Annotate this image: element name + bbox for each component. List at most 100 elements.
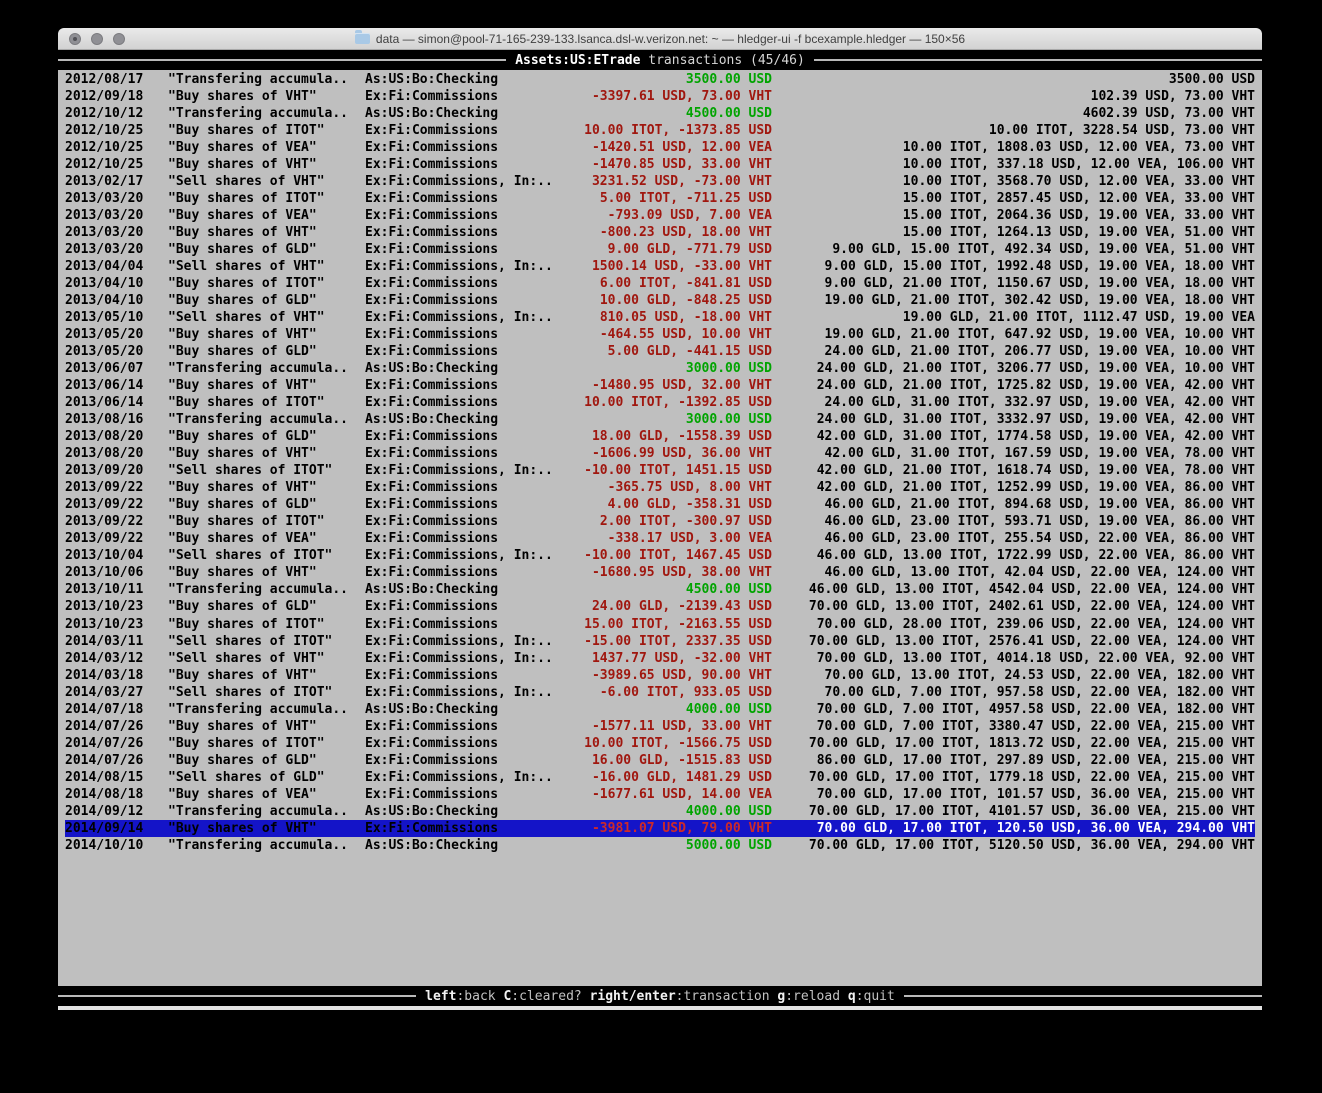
balance-cell: 24.00 GLD, 21.00 ITOT, 1725.82 USD, 19.0… xyxy=(817,377,1255,394)
change-cell: -3981.07 USD, 79.00 VHT xyxy=(592,820,772,837)
account-cell: Ex:Fi:Commissions xyxy=(365,718,498,735)
balance-cell: 70.00 GLD, 7.00 ITOT, 4957.58 USD, 22.00… xyxy=(817,701,1255,718)
transaction-row[interactable]: 2013/08/16"Transfering accumula..As:US:B… xyxy=(65,411,1255,428)
change-cell: 3500.00 USD xyxy=(686,71,772,88)
description-cell: "Buy shares of VHT" xyxy=(168,88,317,105)
balance-cell: 70.00 GLD, 17.00 ITOT, 4101.57 USD, 36.0… xyxy=(809,803,1255,820)
minimize-button[interactable] xyxy=(91,33,103,45)
balance-cell: 46.00 GLD, 23.00 ITOT, 255.54 USD, 22.00… xyxy=(825,530,1255,547)
transaction-row[interactable]: 2013/05/20"Buy shares of VHT"Ex:Fi:Commi… xyxy=(65,326,1255,343)
change-cell: -3989.65 USD, 90.00 VHT xyxy=(592,667,772,684)
description-cell: "Transfering accumula.. xyxy=(168,803,348,820)
zoom-button[interactable] xyxy=(113,33,125,45)
balance-cell: 70.00 GLD, 28.00 ITOT, 239.06 USD, 22.00… xyxy=(817,616,1255,633)
transaction-row[interactable]: 2013/04/10"Buy shares of GLD"Ex:Fi:Commi… xyxy=(65,292,1255,309)
date-cell: 2013/05/20 xyxy=(65,343,143,360)
transaction-row[interactable]: 2014/03/12"Sell shares of VHT"Ex:Fi:Comm… xyxy=(65,650,1255,667)
transaction-row[interactable]: 2014/07/26"Buy shares of GLD"Ex:Fi:Commi… xyxy=(65,752,1255,769)
transaction-row[interactable]: 2014/07/26"Buy shares of VHT"Ex:Fi:Commi… xyxy=(65,718,1255,735)
date-cell: 2013/10/23 xyxy=(65,616,143,633)
transaction-row[interactable]: 2013/05/20"Buy shares of GLD"Ex:Fi:Commi… xyxy=(65,343,1255,360)
transaction-row[interactable]: 2014/03/11"Sell shares of ITOT"Ex:Fi:Com… xyxy=(65,633,1255,650)
transaction-row[interactable]: 2012/10/25"Buy shares of VHT"Ex:Fi:Commi… xyxy=(65,156,1255,173)
transaction-row[interactable]: 2013/03/20"Buy shares of VHT"Ex:Fi:Commi… xyxy=(65,224,1255,241)
transaction-row[interactable]: 2013/03/20"Buy shares of ITOT"Ex:Fi:Comm… xyxy=(65,190,1255,207)
key-hint-description: :back xyxy=(456,989,503,1004)
description-cell: "Sell shares of ITOT" xyxy=(168,462,332,479)
transaction-row[interactable]: 2013/04/04"Sell shares of VHT"Ex:Fi:Comm… xyxy=(65,258,1255,275)
transaction-row[interactable]: 2013/03/20"Buy shares of VEA"Ex:Fi:Commi… xyxy=(65,207,1255,224)
change-cell: -800.23 USD, 18.00 VHT xyxy=(600,224,772,241)
account-cell: Ex:Fi:Commissions xyxy=(365,530,498,547)
date-cell: 2014/07/26 xyxy=(65,735,143,752)
transaction-row[interactable]: 2013/08/20"Buy shares of VHT"Ex:Fi:Commi… xyxy=(65,445,1255,462)
balance-cell: 46.00 GLD, 21.00 ITOT, 894.68 USD, 19.00… xyxy=(825,496,1255,513)
account-cell: Ex:Fi:Commissions xyxy=(365,122,498,139)
transaction-row[interactable]: 2013/09/22"Buy shares of ITOT"Ex:Fi:Comm… xyxy=(65,513,1255,530)
transaction-row[interactable]: 2014/07/26"Buy shares of ITOT"Ex:Fi:Comm… xyxy=(65,735,1255,752)
balance-cell: 24.00 GLD, 21.00 ITOT, 3206.77 USD, 19.0… xyxy=(817,360,1255,377)
transaction-row[interactable]: 2014/07/18"Transfering accumula..As:US:B… xyxy=(65,701,1255,718)
transaction-row[interactable]: 2013/10/04"Sell shares of ITOT"Ex:Fi:Com… xyxy=(65,547,1255,564)
transaction-row[interactable]: 2014/08/18"Buy shares of VEA"Ex:Fi:Commi… xyxy=(65,786,1255,803)
transaction-row[interactable]: 2013/04/10"Buy shares of ITOT"Ex:Fi:Comm… xyxy=(65,275,1255,292)
transaction-row[interactable]: 2013/09/22"Buy shares of GLD"Ex:Fi:Commi… xyxy=(65,496,1255,513)
transaction-row[interactable]: 2013/06/07"Transfering accumula..As:US:B… xyxy=(65,360,1255,377)
transaction-row[interactable]: 2012/10/12"Transfering accumula..As:US:B… xyxy=(65,105,1255,122)
change-cell: 6.00 ITOT, -841.81 USD xyxy=(600,275,772,292)
date-cell: 2013/08/20 xyxy=(65,428,143,445)
transaction-row[interactable]: 2014/03/18"Buy shares of VHT"Ex:Fi:Commi… xyxy=(65,667,1255,684)
account-cell: Ex:Fi:Commissions xyxy=(365,445,498,462)
transaction-row[interactable]: 2014/10/10"Transfering accumula..As:US:B… xyxy=(65,837,1255,854)
account-cell: Ex:Fi:Commissions xyxy=(365,275,498,292)
account-cell: Ex:Fi:Commissions xyxy=(365,752,498,769)
transaction-row[interactable]: 2012/08/17"Transfering accumula..As:US:B… xyxy=(65,71,1255,88)
balance-cell: 9.00 GLD, 15.00 ITOT, 1992.48 USD, 19.00… xyxy=(825,258,1255,275)
transaction-row[interactable]: 2013/09/20"Sell shares of ITOT"Ex:Fi:Com… xyxy=(65,462,1255,479)
balance-cell: 70.00 GLD, 17.00 ITOT, 101.57 USD, 36.00… xyxy=(817,786,1255,803)
transaction-row[interactable]: 2012/10/25"Buy shares of ITOT"Ex:Fi:Comm… xyxy=(65,122,1255,139)
change-cell: 10.00 ITOT, -1392.85 USD xyxy=(584,394,772,411)
transaction-row[interactable]: 2013/06/14"Buy shares of ITOT"Ex:Fi:Comm… xyxy=(65,394,1255,411)
transaction-row[interactable]: 2013/02/17"Sell shares of VHT"Ex:Fi:Comm… xyxy=(65,173,1255,190)
transaction-row[interactable]: 2012/09/18"Buy shares of VHT"Ex:Fi:Commi… xyxy=(65,88,1255,105)
change-cell: 4.00 GLD, -358.31 USD xyxy=(608,496,772,513)
change-cell: -793.09 USD, 7.00 VEA xyxy=(608,207,772,224)
date-cell: 2013/09/20 xyxy=(65,462,143,479)
transaction-row[interactable]: 2013/09/22"Buy shares of VEA"Ex:Fi:Commi… xyxy=(65,530,1255,547)
transaction-row[interactable]: 2013/10/06"Buy shares of VHT"Ex:Fi:Commi… xyxy=(65,564,1255,581)
transaction-row[interactable]: 2013/03/20"Buy shares of GLD"Ex:Fi:Commi… xyxy=(65,241,1255,258)
transaction-row[interactable]: 2013/10/23"Buy shares of GLD"Ex:Fi:Commi… xyxy=(65,598,1255,615)
close-button[interactable] xyxy=(69,33,81,45)
transaction-row[interactable]: 2013/09/22"Buy shares of VHT"Ex:Fi:Commi… xyxy=(65,479,1255,496)
balance-cell: 70.00 GLD, 13.00 ITOT, 24.53 USD, 22.00 … xyxy=(825,667,1255,684)
transaction-rows: 2012/08/17"Transfering accumula..As:US:B… xyxy=(65,71,1255,854)
balance-cell: 42.00 GLD, 31.00 ITOT, 167.59 USD, 19.00… xyxy=(825,445,1255,462)
date-cell: 2013/10/11 xyxy=(65,581,143,598)
transaction-row[interactable]: 2014/03/27"Sell shares of ITOT"Ex:Fi:Com… xyxy=(65,684,1255,701)
transaction-row-selected[interactable]: 2014/09/14"Buy shares of VHT"Ex:Fi:Commi… xyxy=(65,820,1255,837)
date-cell: 2012/09/18 xyxy=(65,88,143,105)
description-cell: "Buy shares of GLD" xyxy=(168,292,317,309)
transaction-row[interactable]: 2014/09/12"Transfering accumula..As:US:B… xyxy=(65,803,1255,820)
transaction-row[interactable]: 2013/10/11"Transfering accumula..As:US:B… xyxy=(65,581,1255,598)
description-cell: "Buy shares of VHT" xyxy=(168,224,317,241)
terminal-screen[interactable]: Assets:US:ETrade transactions (45/46) 20… xyxy=(58,50,1262,1006)
transaction-row[interactable]: 2012/10/25"Buy shares of VEA"Ex:Fi:Commi… xyxy=(65,139,1255,156)
description-cell: "Buy shares of GLD" xyxy=(168,496,317,513)
transaction-row[interactable]: 2014/08/15"Sell shares of GLD"Ex:Fi:Comm… xyxy=(65,769,1255,786)
date-cell: 2013/09/22 xyxy=(65,479,143,496)
window-title: data — simon@pool-71-165-239-133.lsanca.… xyxy=(376,32,965,46)
folder-icon xyxy=(355,33,370,44)
transaction-row[interactable]: 2013/05/10"Sell shares of VHT"Ex:Fi:Comm… xyxy=(65,309,1255,326)
account-cell: Ex:Fi:Commissions xyxy=(365,241,498,258)
date-cell: 2013/03/20 xyxy=(65,190,143,207)
balance-cell: 70.00 GLD, 17.00 ITOT, 120.50 USD, 36.00… xyxy=(817,820,1255,837)
account-cell: Ex:Fi:Commissions xyxy=(365,190,498,207)
transaction-row[interactable]: 2013/06/14"Buy shares of VHT"Ex:Fi:Commi… xyxy=(65,377,1255,394)
description-cell: "Buy shares of GLD" xyxy=(168,598,317,615)
description-cell: "Transfering accumula.. xyxy=(168,411,348,428)
account-cell: Ex:Fi:Commissions, In:.. xyxy=(365,173,553,190)
transaction-row[interactable]: 2013/08/20"Buy shares of GLD"Ex:Fi:Commi… xyxy=(65,428,1255,445)
transaction-row[interactable]: 2013/10/23"Buy shares of ITOT"Ex:Fi:Comm… xyxy=(65,616,1255,633)
